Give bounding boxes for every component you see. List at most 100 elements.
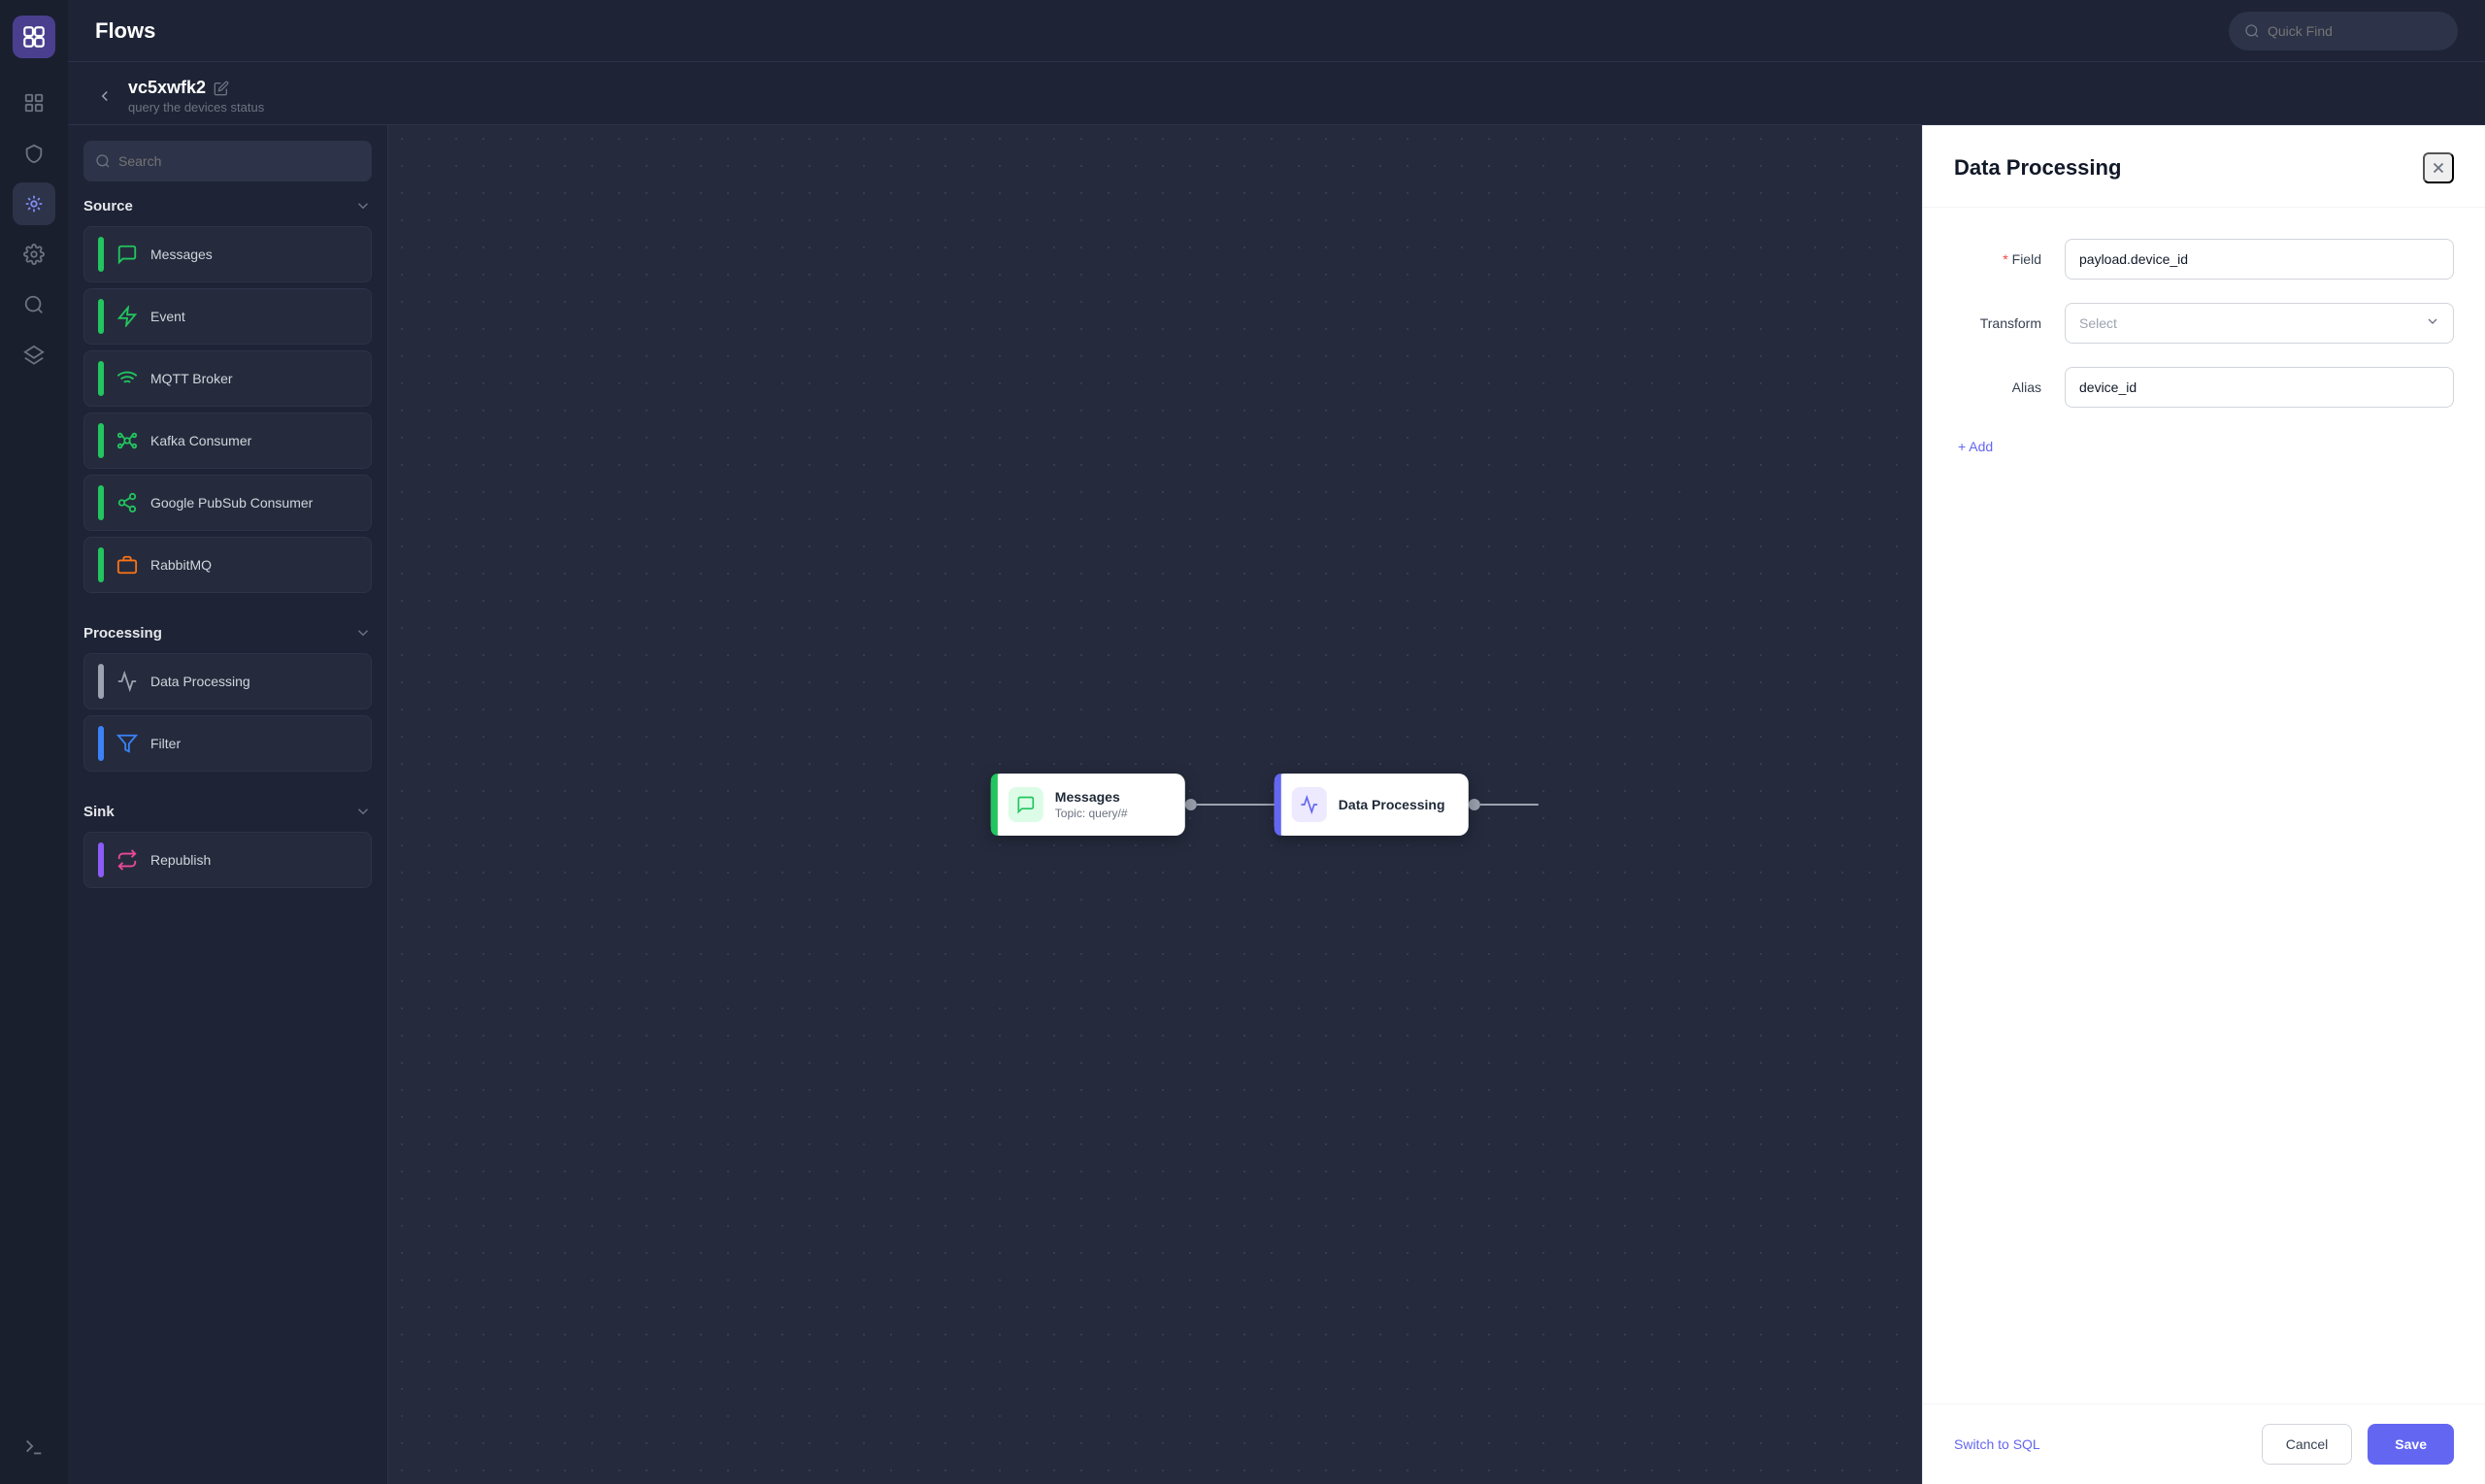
pubsub-bar [98,485,104,520]
field-label: Field [1954,251,2041,267]
right-panel-body: Field Transform Select [1923,208,2485,1403]
canvas-node-messages-title: Messages [1055,789,1128,805]
alias-row: Alias [1954,367,2454,408]
node-label-event: Event [150,309,185,324]
right-panel-footer: Switch to SQL Cancel Save [1923,1403,2485,1484]
nav-layers[interactable] [13,334,55,377]
source-label: Source [83,198,133,214]
node-item-event[interactable]: Event [83,288,372,345]
field-input[interactable] [2065,239,2454,280]
node-label-filter: Filter [150,736,181,751]
rabbitmq-bar [98,547,104,582]
transform-row: Transform Select [1954,303,2454,344]
save-button[interactable]: Save [2368,1424,2454,1465]
transform-select-wrapper: Select [2065,303,2454,344]
node-item-pubsub[interactable]: Google PubSub Consumer [83,475,372,531]
connector-1 [1185,799,1275,810]
canvas-node-messages-sub: Topic: query/# [1055,807,1128,820]
flow-id: vc5xwfk2 [128,78,206,98]
node-item-mqtt[interactable]: MQTT Broker [83,350,372,407]
data-processing-icon [114,668,141,695]
data-processing-bar [98,664,104,699]
node-left-bar-messages [991,774,998,836]
node-label-republish: Republish [150,852,211,868]
canvas-node-data-processing[interactable]: Data Processing [1275,774,1469,836]
flow-canvas[interactable]: Messages Topic: query/# [388,125,1922,1484]
flow-sub-header: vc5xwfk2 query the devices status [68,62,2485,125]
node-item-republish[interactable]: Republish [83,832,372,888]
mqtt-icon [114,365,141,392]
canvas-nodes: Messages Topic: query/# [991,774,1539,836]
event-icon [114,303,141,330]
flow-info: vc5xwfk2 query the devices status [128,78,264,115]
alias-label: Alias [1954,379,2041,395]
processing-section: Processing [83,620,372,772]
filter-icon [114,730,141,757]
global-search-input[interactable] [2268,23,2442,39]
connector-path-2 [1480,804,1539,806]
cancel-button[interactable]: Cancel [2262,1424,2353,1465]
nav-settings[interactable] [13,233,55,276]
node-item-messages[interactable]: Messages [83,226,372,282]
canvas-node-messages[interactable]: Messages Topic: query/# [991,774,1185,836]
republish-icon [114,846,141,874]
canvas-dp-icon [1292,787,1327,822]
sink-section: Sink [83,799,372,888]
close-panel-button[interactable] [2423,152,2454,183]
rabbitmq-icon [114,551,141,578]
node-left-bar-dp [1275,774,1281,836]
connector-path-1 [1197,804,1275,806]
node-label-rabbitmq: RabbitMQ [150,557,212,573]
source-chevron-icon [354,197,372,214]
nav-sidebar [0,0,68,1484]
right-panel: Data Processing Field [1922,125,2485,1484]
canvas-node-dp-info: Data Processing [1339,797,1445,812]
right-panel-title: Data Processing [1954,155,2121,181]
node-label-data-processing: Data Processing [150,674,250,689]
split-view: Source [68,125,2485,1484]
processing-chevron-icon [354,624,372,642]
back-button[interactable] [91,82,118,110]
messages-bar [98,237,104,272]
messages-icon [114,241,141,268]
node-item-rabbitmq[interactable]: RabbitMQ [83,537,372,593]
node-item-kafka[interactable]: Kafka Consumer [83,412,372,469]
panel-search-icon [95,153,111,169]
node-item-data-processing[interactable]: Data Processing [83,653,372,709]
nav-integration[interactable] [13,182,55,225]
panel-search-input[interactable] [118,153,360,169]
app-title: Flows [95,18,155,44]
edit-flow-icon[interactable] [214,81,229,96]
processing-label: Processing [83,625,162,642]
content-row: vc5xwfk2 query the devices status [68,62,2485,1484]
connector-dot-1 [1185,799,1197,810]
switch-sql-button[interactable]: Switch to SQL [1954,1436,2040,1452]
canvas-node-messages-info: Messages Topic: query/# [1055,789,1128,820]
node-label-kafka: Kafka Consumer [150,433,251,448]
node-label-messages: Messages [150,247,213,262]
nav-bottom [13,1426,55,1468]
add-field-button[interactable]: + Add [1954,431,1997,462]
main-area: Flows vc5xwfk2 [68,0,2485,1484]
event-bar [98,299,104,334]
processing-node-list: Data Processing Filter [83,653,372,772]
source-section-header[interactable]: Source [83,193,372,218]
mqtt-bar [98,361,104,396]
transform-label: Transform [1954,315,2041,331]
nav-search[interactable] [13,283,55,326]
sink-section-header[interactable]: Sink [83,799,372,824]
filter-bar [98,726,104,761]
kafka-icon [114,427,141,454]
processing-section-header[interactable]: Processing [83,620,372,645]
panel-search[interactable] [83,141,372,181]
node-item-filter[interactable]: Filter [83,715,372,772]
nav-terminal[interactable] [13,1426,55,1468]
alias-input[interactable] [2065,367,2454,408]
global-search[interactable] [2229,12,2458,50]
sink-node-list: Republish [83,832,372,888]
transform-select[interactable]: Select [2065,303,2454,344]
sink-label: Sink [83,804,115,820]
canvas-node-dp-title: Data Processing [1339,797,1445,812]
nav-dashboard[interactable] [13,82,55,124]
nav-shield[interactable] [13,132,55,175]
